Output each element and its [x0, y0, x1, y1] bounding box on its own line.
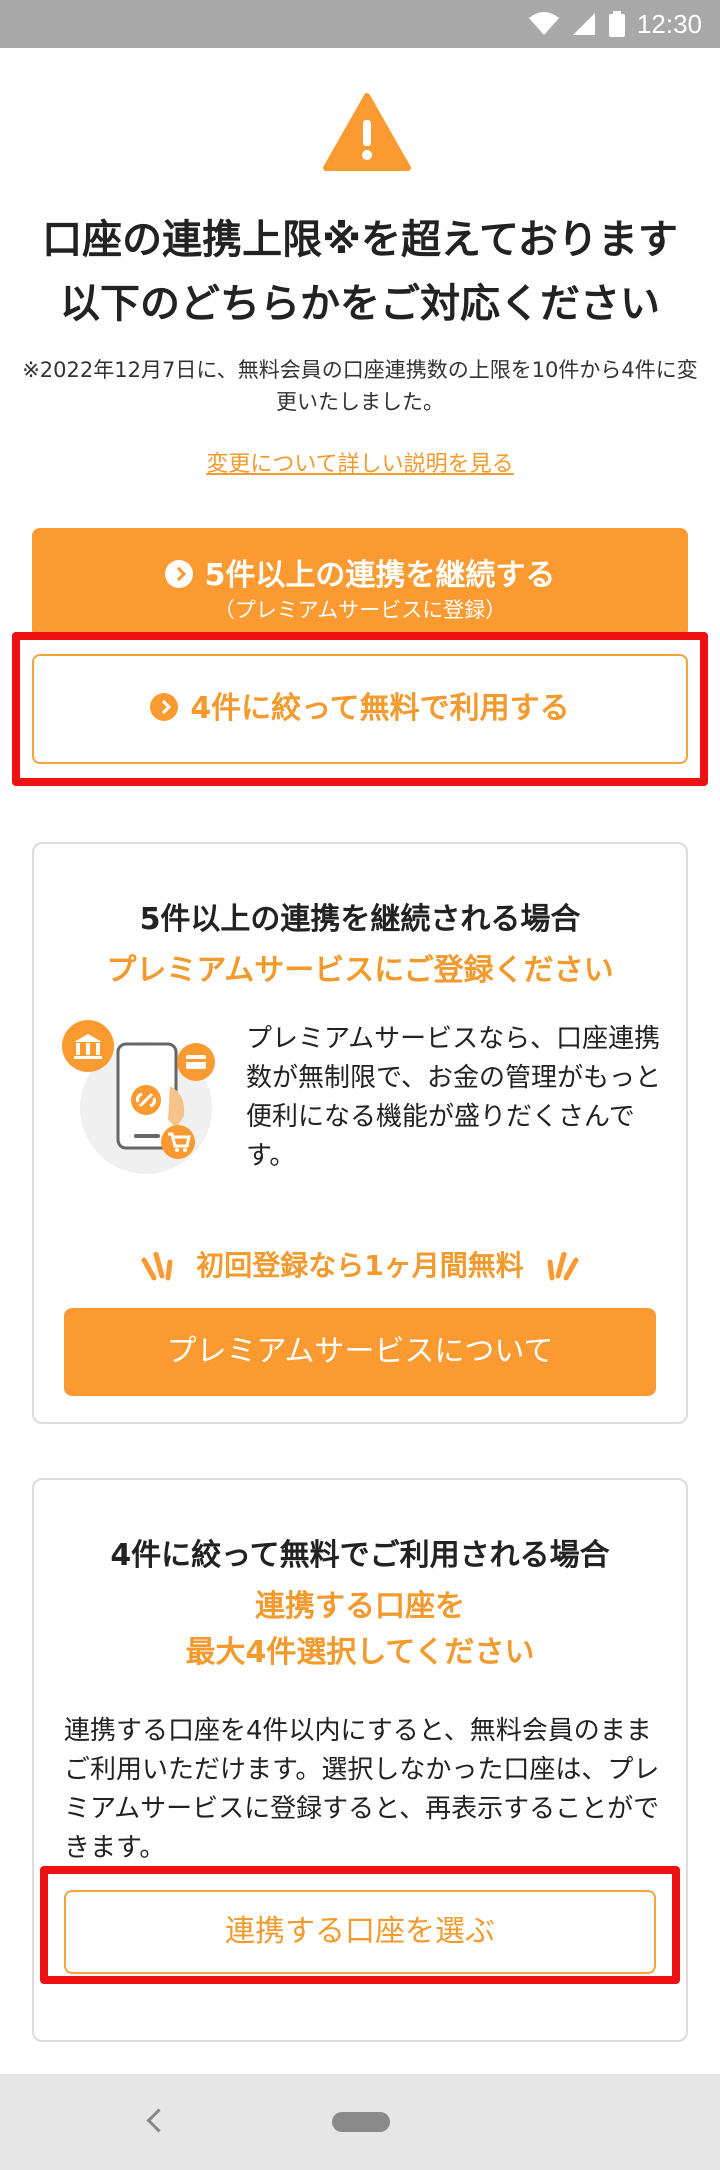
free-card-title: 4件に絞って無料でご利用される場合 [110, 1538, 610, 1573]
status-bar: 12:30 [0, 0, 720, 48]
arrow-right-circle-icon [150, 692, 179, 721]
free-card-description: 連携する口座を4件以内にすると、無料会員のままご利用いただけます。選択しなかった… [64, 1716, 660, 1863]
continue-premium-button[interactable]: 5件以上の連携を継続する （プレミアムサービスに登録） [32, 528, 688, 638]
continue-premium-label-row: 5件以上の連携を継続する [32, 550, 688, 594]
premium-card-title: 5件以上の連携を継続される場合 [139, 902, 581, 937]
battery-icon [608, 11, 625, 37]
promo-banner: 初回登録なら1ヶ月間無料 [34, 1244, 686, 1284]
sparkle-left-icon [141, 1252, 173, 1281]
arrow-right-circle-icon [164, 559, 193, 588]
title-line-2: 以下のどちらかをご対応ください [60, 281, 660, 327]
free-card-subtitle-line-2: 最大4件選択してください [185, 1635, 535, 1670]
free-card-subtitle-line-1: 連携する口座を [255, 1589, 465, 1624]
title-line-1: 口座の連携上限※を超えております [42, 217, 678, 263]
premium-card: 5件以上の連携を継続される場合 プレミアムサービスにご登録ください プレミアムサ… [32, 842, 688, 1424]
change-note: ※2022年12月7日に、無料会員の口座連携数の上限を10件から4件に変更いたし… [22, 358, 698, 414]
phone-bank-illustration-icon [62, 1020, 215, 1174]
sparkle-right-icon [547, 1252, 579, 1281]
premium-info-button[interactable]: プレミアムサービスについて [64, 1308, 656, 1396]
navigation-bar [0, 2074, 720, 2170]
home-pill-icon[interactable] [332, 2112, 390, 2132]
promo-text: 初回登録なら1ヶ月間無料 [196, 1249, 524, 1282]
signal-icon [572, 13, 595, 35]
page-title: 口座の連携上限※を超えております 以下のどちらかをご対応ください [20, 208, 700, 336]
warning-icon [323, 93, 411, 171]
back-icon[interactable] [146, 2108, 171, 2133]
select-accounts-button[interactable]: 連携する口座を選ぶ [64, 1890, 656, 1974]
use-free-button[interactable]: 4件に絞って無料で利用する [32, 654, 688, 764]
wifi-icon [528, 12, 559, 35]
premium-card-description: プレミアムサービスなら、口座連携数が無制限で、お金の管理がもっと便利になる機能が… [246, 1024, 661, 1171]
use-free-label: 4件に絞って無料で利用する [190, 691, 570, 726]
premium-card-subtitle: プレミアムサービスにご登録ください [106, 953, 614, 988]
details-link[interactable]: 変更について詳しい説明を見る [0, 446, 720, 478]
continue-premium-sublabel: （プレミアムサービスに登録） [213, 598, 507, 622]
clock: 12:30 [636, 8, 702, 39]
continue-premium-label: 5件以上の連携を継続する [204, 558, 556, 593]
